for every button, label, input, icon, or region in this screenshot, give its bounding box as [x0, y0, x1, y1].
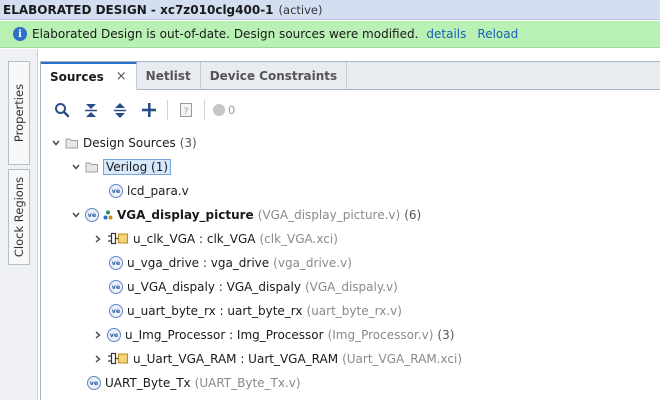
chevron-right-icon[interactable] [93, 234, 103, 244]
verilog-file-icon: ve [107, 328, 121, 342]
tree-file: (Img_Processor.v) [327, 328, 434, 342]
side-tab-properties[interactable]: Properties [8, 61, 30, 165]
tab-device-constraints[interactable]: Device Constraints [201, 62, 348, 89]
chevron-right-icon[interactable] [93, 330, 103, 340]
tree-row-u-clk-vga[interactable]: u_clk_VGA : clk_VGA (clk_VGA.xci) [93, 228, 338, 250]
tree-row-u-vga-drive[interactable]: ve u_vga_drive : vga_drive (vga_drive.v) [109, 252, 352, 274]
sources-toolbar: ? 0 [41, 91, 660, 129]
verilog-file-icon: ve [109, 304, 123, 318]
chevron-right-icon[interactable] [93, 354, 103, 364]
tree-file: (vga_drive.v) [273, 256, 352, 270]
add-sources-button[interactable] [138, 99, 160, 121]
reload-link[interactable]: Reload [477, 27, 518, 41]
tree-label: u_VGA_dispaly : VGA_dispaly [127, 280, 301, 294]
expand-all-button[interactable] [109, 99, 131, 121]
unknown-file-icon: ? [180, 103, 192, 117]
info-banner: i Elaborated Design is out-of-date. Desi… [0, 21, 660, 48]
tree-label: u_Img_Processor : Img_Processor [125, 328, 324, 342]
verilog-file-icon: ve [87, 376, 101, 390]
window-title: ELABORATED DESIGN - xc7z010clg400-1 [3, 2, 274, 17]
tree-file: (UART_Byte_Tx.v) [194, 376, 301, 390]
search-button[interactable] [51, 99, 73, 121]
side-tab-clock-regions[interactable]: Clock Regions [8, 169, 30, 265]
tree-file: (Uart_VGA_RAM.xci) [342, 352, 462, 366]
tree-row-vga-display-picture[interactable]: ve VGA_display_picture (VGA_display_pict… [71, 204, 421, 226]
tree-row-u-img-processor[interactable]: ve u_Img_Processor : Img_Processor (Img_… [93, 324, 454, 346]
tab-sources[interactable]: Sources × [41, 62, 137, 90]
tree-label: u_Uart_VGA_RAM : Uart_VGA_RAM [133, 352, 339, 366]
tree-file: (VGA_dispaly.v) [304, 280, 398, 294]
collapse-all-button[interactable] [80, 99, 102, 121]
tab-netlist-label: Netlist [145, 68, 191, 83]
ip-core-icon [107, 232, 129, 246]
tree-label: Design Sources [83, 136, 176, 150]
folder-icon [65, 137, 79, 149]
add-icon [142, 103, 156, 117]
tab-sources-label: Sources [50, 69, 104, 84]
window-title-bar: ELABORATED DESIGN - xc7z010clg400-1 (act… [0, 0, 660, 20]
tree-file: (clk_VGA.xci) [259, 232, 338, 246]
folder-icon [85, 161, 99, 173]
tree-row-u-vga-dispaly[interactable]: ve u_VGA_dispaly : VGA_dispaly (VGA_disp… [109, 276, 398, 298]
verilog-file-icon: ve [109, 280, 123, 294]
tree-file: (VGA_display_picture.v) [257, 208, 401, 222]
window-status: (active) [278, 2, 323, 17]
tree-label: VGA_display_picture [117, 208, 254, 222]
chevron-down-icon[interactable] [71, 210, 81, 220]
tree-label: u_vga_drive : vga_drive [127, 256, 270, 270]
close-icon[interactable]: × [116, 69, 127, 84]
status-count: 0 [228, 103, 236, 117]
toolbar-separator [204, 100, 205, 120]
tree-file: (uart_byte_rx.v) [306, 304, 402, 318]
tree-row-design-sources[interactable]: Design Sources (3) [51, 132, 197, 154]
status-circle-icon [213, 104, 225, 116]
tree-label: lcd_para.v [127, 184, 189, 198]
svg-text:?: ? [184, 107, 189, 117]
verilog-file-icon: ve [109, 184, 123, 198]
tree-label: Verilog (1) [103, 159, 172, 175]
left-side-tab-strip: Properties Clock Regions [0, 49, 38, 400]
tree-count: (6) [404, 208, 422, 222]
ip-core-icon [107, 352, 129, 366]
verilog-file-icon: ve [109, 256, 123, 270]
tree-label: UART_Byte_Tx [105, 376, 191, 390]
collapse-all-icon [85, 104, 97, 117]
tree-label: u_clk_VGA : clk_VGA [133, 232, 256, 246]
tree-row-u-uart-byte-rx[interactable]: ve u_uart_byte_rx : uart_byte_rx (uart_b… [109, 300, 402, 322]
side-tab-properties-label: Properties [12, 83, 26, 143]
top-module-icon [103, 210, 113, 220]
info-message: Elaborated Design is out-of-date. Design… [32, 27, 419, 41]
tab-netlist[interactable]: Netlist [137, 62, 201, 89]
unknown-file-button[interactable]: ? [175, 99, 197, 121]
tree-count: (3) [437, 328, 455, 342]
panel-tab-row: Sources × Netlist Device Constraints [41, 62, 660, 90]
tree-row-u-uart-vga-ram[interactable]: u_Uart_VGA_RAM : Uart_VGA_RAM (Uart_VGA_… [93, 348, 462, 370]
expand-all-icon [114, 103, 126, 118]
tab-device-constraints-label: Device Constraints [209, 68, 338, 83]
search-icon [55, 103, 70, 118]
tree-row-uart-byte-tx[interactable]: ve UART_Byte_Tx (UART_Byte_Tx.v) [87, 372, 301, 394]
info-icon: i [13, 27, 27, 41]
tree-label: u_uart_byte_rx : uart_byte_rx [127, 304, 303, 318]
chevron-down-icon[interactable] [71, 162, 81, 172]
toolbar-separator [167, 100, 168, 120]
chevron-down-icon[interactable] [51, 138, 61, 148]
verilog-file-icon: ve [85, 208, 99, 222]
details-link[interactable]: details [426, 27, 466, 41]
tree-count: (3) [179, 136, 197, 150]
tree-row-lcd-para[interactable]: ve lcd_para.v [109, 180, 189, 202]
tree-row-verilog-folder[interactable]: Verilog (1) [71, 156, 172, 178]
side-tab-clock-regions-label: Clock Regions [12, 176, 27, 258]
sources-panel: Sources × Netlist Device Constraints ? 0… [40, 61, 660, 400]
